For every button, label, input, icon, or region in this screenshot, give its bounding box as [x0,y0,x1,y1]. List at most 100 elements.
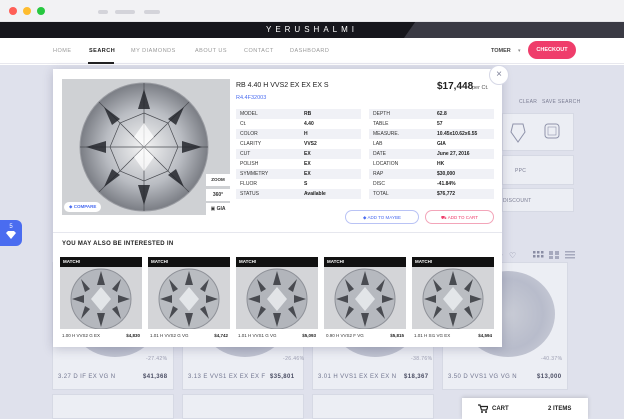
match-badge: MATCH! [412,257,494,267]
recommendation-desc: 1.00 H VVS2 G EX [62,333,101,338]
spec-row: DISC -41.84% [373,181,456,187]
cart-icon [478,404,488,413]
cart-icon: ⛟ [441,215,448,220]
diamond-photo[interactable] [62,79,230,215]
view-360-button[interactable]: 360° [206,189,230,201]
tab-placeholder [144,10,160,14]
svg-text:♡: ♡ [509,251,516,260]
brand-bar: YERUSHALMI [0,22,624,38]
maximize-window-icon[interactable] [37,7,45,15]
backdrop-discount: -38.76% [411,356,433,362]
add-to-maybe-button[interactable]: ◆ ADD TO MAYBE [345,210,419,224]
spec-row: CLARITY VVS2 [240,141,317,147]
recommendation-card[interactable]: MATCH! 1.01 H VVS2 G VG $4,742 [148,257,230,343]
clear-filters-link[interactable]: CLEAR [519,99,537,105]
minimize-window-icon[interactable] [23,7,31,15]
cart-bar[interactable]: CART 2 ITEMS [462,398,588,419]
backdrop-desc: 3.27 D IF EX VG N [58,374,116,380]
spec-row: RAP $30,000 [369,169,494,179]
nav-contact[interactable]: CONTACT [244,48,274,54]
recommendation-price: $5,815 [390,333,404,338]
nav-search[interactable]: SEARCH [89,48,115,54]
save-search-link[interactable]: SAVE SEARCH [542,99,581,105]
add-to-cart-button[interactable]: ⛟ ADD TO CART [425,210,494,224]
price-per-carat: $17,448 [437,81,474,92]
recommendation-photo [60,267,142,329]
backdrop-desc: 3.13 E VVS1 EX EX EX F [188,374,266,380]
discount-filter-panel: DISCOUNT [502,188,574,212]
recommendation-price: $4,830 [126,333,140,338]
shape-filter-panel [502,113,574,151]
spec-row: MEASURE. 10.45x10.62x6.55 [369,129,494,139]
spec-row: FLUOR S [240,181,308,187]
nav-active-indicator [88,62,114,64]
price-unit: per Ct. [472,85,489,91]
shape-filter-icons [510,123,560,143]
backdrop-diamond-card [312,394,434,419]
nav-my-diamonds[interactable]: MY DIAMONDS [131,48,176,54]
recommendation-price: $4,594 [478,333,492,338]
user-menu[interactable]: TOMER [491,48,511,54]
diamond-title: RB 4.40 H VVS2 EX EX EX S [236,82,329,89]
chevron-down-icon[interactable]: ▾ [518,48,521,54]
diamond-sku[interactable]: R4.4F32003 [236,95,266,101]
compare-button[interactable]: ◆ COMPARE [64,202,102,212]
spec-row: Ct. 4.40 [240,121,314,127]
spec-row: MODEL RB [236,109,361,119]
maybe-list-tab[interactable]: 5 [0,220,22,246]
tab-placeholder [115,10,135,14]
section-divider [53,232,502,233]
nav-home[interactable]: HOME [53,48,72,54]
recommendation-card[interactable]: MATCH! 0.90 H VVS2 F VG $5,815 [324,257,406,343]
recommendation-photo [148,267,230,329]
recommendation-card[interactable]: MATCH! 1.01 H VVS1 G VG $5,093 [236,257,318,343]
checkout-button[interactable]: CHECKOUT [528,41,576,59]
spec-row: SYMMETRY EX [236,169,361,179]
backdrop-price: $18,367 [404,374,429,380]
zoom-button[interactable]: ZOOM [206,174,230,186]
backdrop-diamond-card [182,394,304,419]
recommendation-desc: 1.01 H VVS2 G VG [150,333,189,338]
recommendation-card[interactable]: MATCH! 1.00 H VVS2 G EX $4,830 [60,257,142,343]
recommendation-desc: 0.90 H VVS2 F VG [326,333,364,338]
match-badge: MATCH! [60,257,142,267]
backdrop-diamond-card [52,394,174,419]
spec-row: DEPTH 62.8 [369,109,494,119]
view-toggle-icons: ▾ ♡ [499,251,575,260]
backdrop-discount: -27.42% [146,356,168,362]
backdrop-price: $41,368 [143,374,168,380]
spec-row: TABLE 57 [373,121,443,127]
gia-certificate-button[interactable]: ▣ GIA [206,203,230,215]
recommendation-photo [412,267,494,329]
cart-label: CART [492,406,509,412]
recommendation-price: $4,742 [214,333,228,338]
backdrop-price: $13,000 [537,374,562,380]
tab-placeholder [98,10,108,14]
recommendation-card[interactable]: MATCH! 1.01 H SI1 VG EX $4,594 [412,257,494,343]
close-window-icon[interactable] [9,7,17,15]
nav-about-us[interactable]: ABOUT US [195,48,227,54]
backdrop-desc: 3.01 H VVS1 EX EX EX N [318,374,397,380]
cart-count: 2 ITEMS [548,406,572,412]
spec-row: TOTAL $76,772 [369,189,494,199]
nav-dashboard[interactable]: DASHBOARD [290,48,329,54]
diamond-icon [6,231,16,239]
spec-row: POLISH EX [240,161,311,167]
recommendation-desc: 1.01 H VVS1 G VG [238,333,277,338]
recommendation-price: $5,093 [302,333,316,338]
ppc-filter-panel: PPC [502,155,574,185]
browser-chrome [0,0,624,22]
site-logo[interactable]: YERUSHALMI [0,25,624,34]
spec-row: LAB GIA [373,141,446,147]
spec-row: CUT EX [236,149,361,159]
match-badge: MATCH! [236,257,318,267]
match-badge: MATCH! [324,257,406,267]
spec-row: LOCATION HK [373,161,445,167]
close-modal-button[interactable]: × [489,65,509,85]
recommendation-photo [236,267,318,329]
match-badge: MATCH! [148,257,230,267]
spec-row: STATUS Available [236,189,361,199]
backdrop-discount: -40.37% [541,356,563,362]
maybe-count: 5 [9,224,13,230]
recommendation-desc: 1.01 H SI1 VG EX [414,333,451,338]
